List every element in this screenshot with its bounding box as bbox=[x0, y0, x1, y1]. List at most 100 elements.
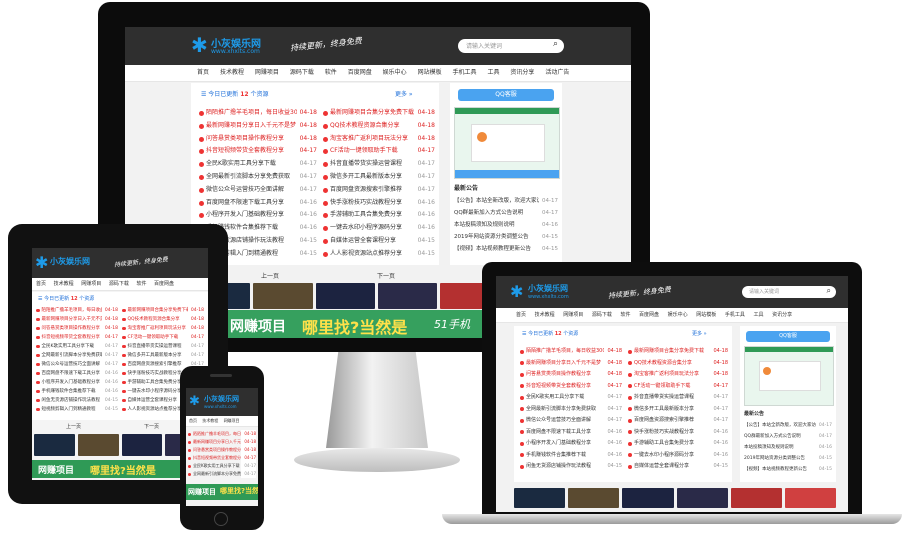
nav-item[interactable]: 资讯分享 bbox=[510, 65, 534, 81]
nav-item[interactable]: 技术教程 bbox=[535, 308, 555, 322]
list-item[interactable]: 最新网赚项目合集分享免费下载 04-18 bbox=[122, 306, 204, 315]
nav-item[interactable]: 资讯分享 bbox=[772, 308, 792, 322]
list-item[interactable]: 闲鱼无货源店铺操作玩法教程 04-15 bbox=[36, 396, 118, 405]
list-item[interactable]: 一键去水印小程序源码分享 04-16 bbox=[323, 222, 435, 235]
list-item[interactable]: QQ技术教程资源合集分享 04-18 bbox=[122, 315, 204, 324]
list-item[interactable]: 陌陌推广撸羊毛项目，每日收益300元以上！04-18 bbox=[520, 346, 622, 358]
list-item[interactable]: 抖音短视频带货全套教程分享 04-17 bbox=[520, 380, 622, 392]
search-box[interactable]: 请输入关键词 ⌕ bbox=[458, 39, 564, 53]
list-item[interactable]: 手游辅助工具合集免费分享 04-16 bbox=[628, 438, 728, 450]
list-item[interactable]: 微信多开工具最新版本分享 04-17 bbox=[628, 403, 728, 415]
list-item[interactable]: 问答悬赏类项目操作教程分享 04-18 bbox=[520, 369, 622, 381]
list-item[interactable]: 淘宝客推广返利项目玩法分享 04-18 bbox=[122, 324, 204, 333]
list-item[interactable]: QQ技术教程资源合集分享 04-18 bbox=[628, 357, 728, 369]
list-item[interactable]: CF活动一键领取助手下载 04-17 bbox=[122, 333, 204, 342]
list-item[interactable]: 陌陌推广撸羊毛项目，每日收益300元以上！04-18 bbox=[36, 306, 118, 315]
nav-item[interactable]: 百度网盘 bbox=[348, 65, 372, 81]
nav-item[interactable]: 网赚项目 bbox=[563, 308, 583, 322]
next-page-link[interactable]: 下一页 bbox=[144, 423, 159, 430]
list-item[interactable]: 快手涨粉技巧实战教程分享 04-16 bbox=[628, 426, 728, 438]
thumbnail[interactable] bbox=[784, 488, 837, 508]
nav-item[interactable]: 首页 bbox=[516, 308, 526, 322]
nav-item[interactable]: 软件 bbox=[136, 278, 146, 290]
list-item[interactable]: 最新网赚项目合集分享免费下载 04-18 bbox=[628, 346, 728, 358]
list-item[interactable]: 全网最新引流脚本分享免费获取 04-17 bbox=[188, 470, 256, 478]
nav-item[interactable]: 手机工具 bbox=[453, 65, 477, 81]
search-input[interactable]: 请输入关键词 bbox=[749, 288, 779, 295]
list-item[interactable]: QQ技术教程资源合集分享 04-18 bbox=[323, 119, 435, 133]
list-item[interactable]: 全民K歌实用工具分享下载 04-17 bbox=[520, 392, 622, 404]
list-item[interactable]: 陌陌推广撸羊毛项目，每日收益300元以上！04-18 bbox=[199, 107, 317, 120]
notice-item[interactable]: 2019年网站资源分类调整公告 04-15 bbox=[454, 231, 558, 243]
list-item[interactable]: 人人影视资源站点推荐分享 04-15 bbox=[323, 247, 435, 261]
list-item[interactable]: 百度网盘资源搜索引擎推荐 04-17 bbox=[628, 415, 728, 427]
nav-item[interactable]: 技术教程 bbox=[54, 278, 74, 290]
list-item[interactable]: 抖音直播带货实操运营课程 04-17 bbox=[628, 392, 728, 404]
prev-page-link[interactable]: 上一页 bbox=[66, 423, 81, 430]
thumbnail[interactable] bbox=[34, 434, 75, 456]
list-item[interactable]: 短视频剪辑入门到精通教程 04-15 bbox=[36, 405, 118, 414]
nav-item[interactable]: 娱乐中心 bbox=[668, 308, 688, 322]
nav-item[interactable]: 网赚项目 bbox=[224, 416, 240, 426]
list-item[interactable]: 最新网赚项目分享日入千元不是梦 04-18 bbox=[188, 438, 256, 446]
list-item[interactable]: 小程序开发入门基础教程分享 04-16 bbox=[520, 438, 622, 450]
list-item[interactable]: 手机赚钱软件合集推荐下载 04-16 bbox=[520, 449, 622, 461]
list-item[interactable]: 最新网赚项目分享日入千元不是梦 04-18 bbox=[36, 315, 118, 324]
notice-item[interactable]: 【公告】本站全新改版，欢迎大家访问 04-17 bbox=[744, 420, 832, 431]
thumbnail[interactable] bbox=[253, 283, 313, 309]
notice-item[interactable]: 【视频】本站视频教程更新公告 04-15 bbox=[744, 464, 832, 475]
notice-item[interactable]: 本站投稿须知及规则说明 04-16 bbox=[454, 219, 558, 231]
nav-item[interactable]: 源码下载 bbox=[592, 308, 612, 322]
nav-item[interactable]: 网站模板 bbox=[418, 65, 442, 81]
thumbnail[interactable] bbox=[676, 488, 728, 508]
list-item[interactable]: 百度网盘不限速下载工具分享 04-16 bbox=[36, 369, 118, 378]
magnifier-icon[interactable]: ⌕ bbox=[827, 286, 831, 296]
nav-item[interactable]: 技术教程 bbox=[202, 416, 218, 426]
notice-item[interactable]: QQ群最新加入方式公告说明 04-17 bbox=[744, 431, 832, 442]
next-page-link[interactable]: 下一页 bbox=[377, 271, 395, 280]
nav-item[interactable]: 网赚项目 bbox=[255, 65, 279, 81]
nav-item[interactable]: 网赚项目 bbox=[81, 278, 101, 290]
list-item[interactable]: 全民K歌实用工具分享下载 04-17 bbox=[36, 342, 118, 351]
list-item[interactable]: 陌陌推广撸羊毛项目，每日收益300元以上！04-18 bbox=[188, 430, 256, 438]
phone-home-button[interactable] bbox=[214, 512, 228, 526]
thumbnail[interactable] bbox=[315, 283, 375, 309]
nav-item[interactable]: 工具 bbox=[487, 65, 499, 81]
nav-item[interactable]: 软件 bbox=[620, 308, 630, 322]
list-item[interactable]: 抖音短视频带货全套教程分享 04-17 bbox=[199, 145, 317, 159]
nav-item[interactable]: 网站模板 bbox=[696, 308, 716, 322]
list-item[interactable]: 全网最新引流脚本分享免费获取 04-17 bbox=[520, 403, 622, 415]
list-item[interactable]: 最新网赚项目分享日入千元不是梦 04-18 bbox=[199, 119, 317, 133]
prev-page-link[interactable]: 上一页 bbox=[261, 271, 279, 280]
nav-item[interactable]: 首页 bbox=[36, 278, 46, 290]
list-item[interactable]: 微信公众号运营技巧全面讲解 04-17 bbox=[36, 360, 118, 369]
qq-service-button[interactable]: QQ客服 bbox=[746, 331, 830, 342]
search-box[interactable]: 请输入关键词 ⌕ bbox=[742, 286, 836, 298]
list-item[interactable]: 微信多开工具最新版本分享 04-17 bbox=[122, 351, 204, 360]
nav-item[interactable]: 源码下载 bbox=[290, 65, 314, 81]
list-item[interactable]: 最新网赚项目合集分享免费下载 04-18 bbox=[323, 107, 435, 120]
thumbnail[interactable] bbox=[377, 283, 438, 309]
search-input[interactable]: 请输入关键词 bbox=[466, 41, 502, 50]
list-item[interactable]: 全网最新引流脚本分享免费获取 04-17 bbox=[36, 351, 118, 360]
list-item[interactable]: 自媒体运营全套课程分享 04-15 bbox=[628, 461, 728, 473]
nav-item[interactable]: 工具 bbox=[753, 308, 763, 322]
nav-item[interactable]: 百度网盘 bbox=[154, 278, 174, 290]
list-item[interactable]: CF活动一键领取助手下载 04-17 bbox=[323, 145, 435, 159]
list-item[interactable]: 最新网赚项目分享日入千元不是梦 04-18 bbox=[520, 357, 622, 369]
list-item[interactable]: 手游辅助工具合集免费分享 04-16 bbox=[323, 209, 435, 223]
thumbnail[interactable] bbox=[730, 488, 782, 508]
more-link[interactable]: 更多 » bbox=[692, 330, 707, 337]
magnifier-icon[interactable]: ⌕ bbox=[553, 39, 558, 49]
nav-item[interactable]: 技术教程 bbox=[220, 65, 244, 81]
list-item[interactable]: 抖音直播带货实操运营课程 04-17 bbox=[323, 158, 435, 171]
list-item[interactable]: 手机赚钱软件合集推荐下载 04-16 bbox=[36, 387, 118, 396]
list-item[interactable]: 小程序开发入门基础教程分享 04-16 bbox=[199, 209, 317, 223]
nav-item[interactable]: 手机工具 bbox=[725, 308, 745, 322]
thumbnail[interactable] bbox=[622, 488, 674, 508]
nav-item[interactable]: 活动广告 bbox=[545, 65, 569, 81]
list-item[interactable]: 淘宝客推广返利项目玩法分享 04-18 bbox=[323, 132, 435, 146]
thumbnail[interactable] bbox=[121, 434, 163, 456]
list-item[interactable]: 全民K歌实用工具分享下载 04-17 bbox=[199, 158, 317, 171]
thumbnail[interactable] bbox=[77, 434, 119, 456]
